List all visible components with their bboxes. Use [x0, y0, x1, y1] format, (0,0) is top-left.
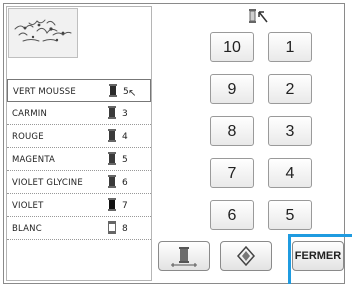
spool-icon: [108, 198, 116, 211]
thread-number: 3: [122, 109, 128, 119]
spool-icon: [109, 84, 117, 97]
thread-name: CARMIN: [12, 109, 48, 119]
thread-number: 7: [122, 201, 128, 211]
needle-7-button[interactable]: 7: [210, 158, 254, 188]
thread-number: 6: [122, 178, 128, 188]
spool-icon: [108, 175, 116, 188]
embroidery-thread-change-screen: VERT MOUSSE 5 ↖ CARMIN 3 ROUGE 4 MAGENTA…: [3, 3, 352, 284]
needle-5-button[interactable]: 5: [268, 200, 312, 230]
needle-2-button[interactable]: 2: [268, 74, 312, 104]
thread-name: VERT MOUSSE: [13, 87, 76, 97]
needle-4-button[interactable]: 4: [268, 158, 312, 188]
spool-display-button[interactable]: [158, 241, 210, 271]
cursor-pointer-icon: ↖: [128, 88, 137, 99]
needle-8-button[interactable]: 8: [210, 116, 254, 146]
thread-row-5[interactable]: VIOLET 7: [7, 194, 151, 217]
needle-bar-panel: 10 1 9 2 8 3 7 4 6 5 FERMER: [154, 4, 352, 284]
spool-icon: [108, 129, 116, 142]
thread-row-6[interactable]: BLANC 8: [7, 217, 151, 240]
needle-1-button[interactable]: 1: [268, 32, 312, 62]
thread-color-sort-button[interactable]: [220, 241, 272, 271]
thread-number: 8: [122, 224, 128, 234]
thread-name: VIOLET: [12, 201, 44, 211]
thread-name: BLANC: [12, 224, 42, 234]
thread-row-4[interactable]: VIOLET GLYCINE 6: [7, 171, 151, 194]
thread-name: VIOLET GLYCINE: [12, 178, 83, 188]
thread-row-0[interactable]: VERT MOUSSE 5 ↖: [7, 79, 151, 102]
thread-name: ROUGE: [12, 132, 44, 142]
spool-icon: [108, 152, 116, 165]
thread-list: VERT MOUSSE 5 ↖ CARMIN 3 ROUGE 4 MAGENTA…: [7, 79, 151, 240]
spool-icon: [108, 221, 116, 234]
needle-6-button[interactable]: 6: [210, 200, 254, 230]
fermer-button-label: FERMER: [294, 250, 342, 262]
thread-number: 5: [122, 155, 128, 165]
thread-spool-cursor-icon: [244, 8, 270, 28]
embroidery-preview-image: [8, 8, 78, 58]
thread-row-1[interactable]: CARMIN 3: [7, 102, 151, 125]
thread-row-2[interactable]: ROUGE 4: [7, 125, 151, 148]
spool-icon: [108, 106, 116, 119]
thread-panel: VERT MOUSSE 5 ↖ CARMIN 3 ROUGE 4 MAGENTA…: [6, 6, 152, 281]
needle-9-button[interactable]: 9: [210, 74, 254, 104]
needle-10-button[interactable]: 10: [210, 32, 254, 62]
thread-row-3[interactable]: MAGENTA 5: [7, 148, 151, 171]
thread-number: 4: [122, 132, 128, 142]
thread-name: MAGENTA: [12, 155, 56, 165]
fermer-button[interactable]: FERMER: [292, 241, 344, 271]
needle-3-button[interactable]: 3: [268, 116, 312, 146]
